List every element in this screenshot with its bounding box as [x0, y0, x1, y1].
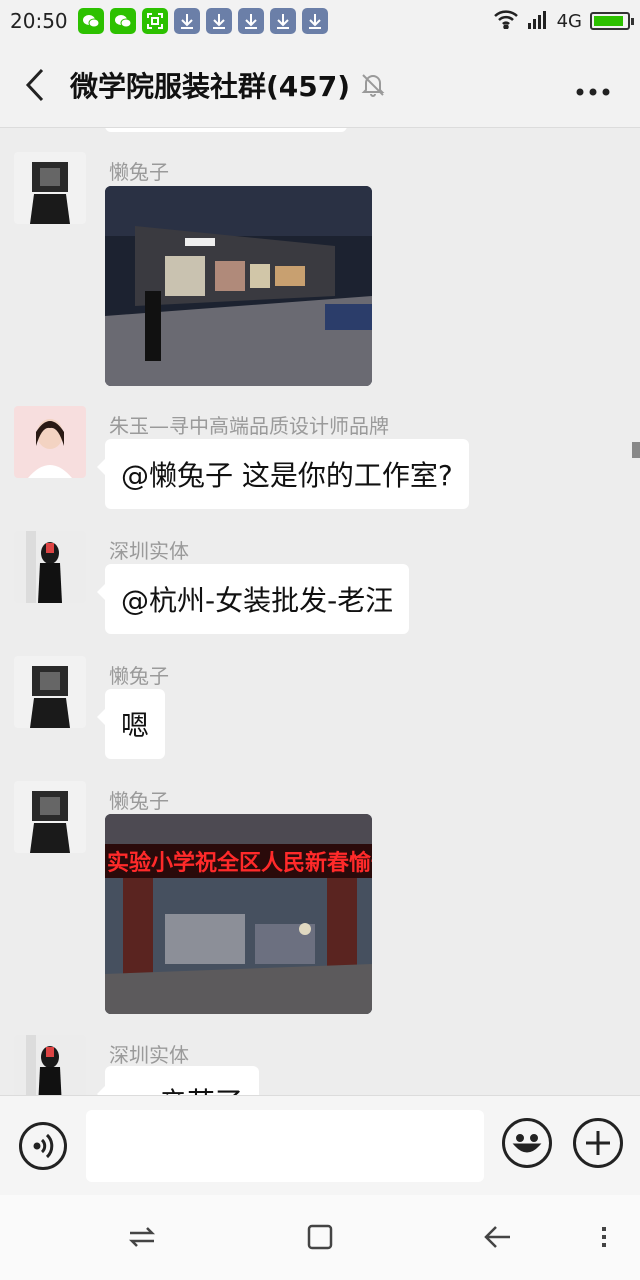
- emoji-button[interactable]: [502, 1118, 552, 1168]
- sender-name: 朱玉—寻中高端品质设计师品牌: [109, 414, 389, 438]
- download-icon: [173, 8, 200, 34]
- emoji-icon: [512, 1134, 542, 1153]
- image-message[interactable]: [105, 186, 372, 386]
- text-message-bubble[interactable]: @杭州-女装批发-老汪: [96, 564, 410, 634]
- message-text: 辛苦了: [159, 1081, 243, 1095]
- sender-name: 深圳实体: [109, 1043, 189, 1067]
- chevron-left-icon: [25, 68, 44, 101]
- sender-name: 懒兔子: [109, 160, 169, 184]
- text-message-bubble[interactable]: 辛苦了: [96, 1066, 260, 1095]
- avatar[interactable]: [14, 531, 86, 603]
- system-back-button[interactable]: [478, 1217, 518, 1257]
- menu-button[interactable]: [584, 1217, 624, 1257]
- battery-icon: [590, 12, 634, 30]
- download-icon: [237, 8, 264, 34]
- wechat-icon: [109, 8, 136, 34]
- back-button[interactable]: [0, 42, 70, 128]
- plus-button[interactable]: [573, 1118, 623, 1168]
- text-message-bubble[interactable]: @懒兔子 这是你的工作室?: [97, 439, 469, 509]
- download-icon: [269, 8, 296, 34]
- home-square-icon: [307, 1224, 333, 1250]
- avatar[interactable]: [14, 656, 86, 728]
- wifi-icon: [493, 9, 519, 34]
- avatar[interactable]: [14, 781, 86, 853]
- voice-button[interactable]: [19, 1122, 67, 1170]
- input-bar: [0, 1095, 640, 1195]
- network-type: 4G: [556, 10, 582, 32]
- status-time: 20:50: [10, 9, 68, 33]
- message-list[interactable]: 懒兔子 朱玉—寻中高端品质设计师品牌 @懒兔子 这是你的工作室? 深圳实体 @杭…: [0, 128, 640, 1095]
- status-bar: 20:50 4G: [0, 0, 640, 42]
- back-arrow-icon: [484, 1226, 510, 1248]
- home-button[interactable]: [300, 1217, 340, 1257]
- scrollbar-thumb[interactable]: [632, 442, 640, 458]
- message-input[interactable]: [86, 1110, 484, 1182]
- avatar[interactable]: [14, 152, 86, 224]
- sender-name: 懒兔子: [109, 789, 169, 813]
- sender-name: 深圳实体: [109, 539, 189, 563]
- download-icon: [301, 8, 328, 34]
- notification-icons: [77, 8, 328, 34]
- status-right: 4G: [493, 9, 634, 34]
- led-banner-text: 实验小学祝全区人民新春愉快: [107, 850, 372, 876]
- signal-icon: [527, 9, 549, 34]
- previous-message-bubble[interactable]: [105, 128, 347, 132]
- switch-icon: [128, 1227, 156, 1247]
- text-message-bubble[interactable]: 嗯: [96, 689, 166, 759]
- wechat-icon: [77, 8, 104, 34]
- scan-icon: [141, 8, 168, 34]
- more-button[interactable]: [576, 70, 610, 103]
- mute-bell-icon: [361, 73, 385, 97]
- chat-header: 微学院服装社群(457): [0, 42, 640, 128]
- more-dots-icon: [576, 88, 610, 96]
- system-nav-bar: [0, 1195, 640, 1280]
- download-icon: [205, 8, 232, 34]
- sender-name: 懒兔子: [109, 664, 169, 688]
- avatar[interactable]: [14, 406, 86, 478]
- menu-icon: [602, 1227, 606, 1247]
- voice-icon: [33, 1133, 54, 1159]
- avatar[interactable]: [14, 1035, 86, 1095]
- plus-icon: [586, 1131, 610, 1155]
- image-message[interactable]: 实验小学祝全区人民新春愉快: [105, 814, 372, 1014]
- recent-apps-button[interactable]: [122, 1217, 162, 1257]
- chat-title[interactable]: 微学院服装社群(457): [70, 65, 350, 105]
